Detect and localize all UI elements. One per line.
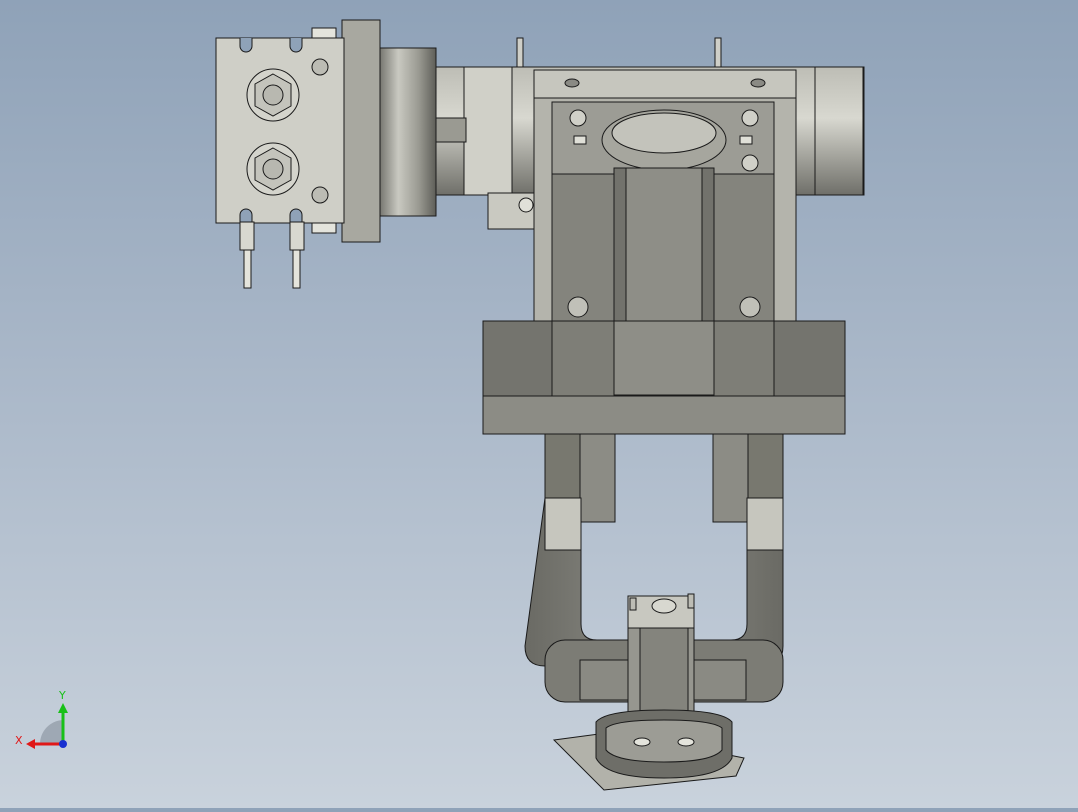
manifold-tab-bottom (311, 222, 337, 234)
cad-viewport[interactable]: Y X (0, 0, 1078, 808)
mount-hole-right (739, 296, 761, 318)
assembly-drawing: Y X (15, 19, 865, 791)
rotary-flange (377, 47, 437, 217)
sensor-star-icon (518, 197, 534, 213)
axis-triad: Y X (15, 689, 68, 749)
cylinder-end-right (814, 66, 864, 196)
main-body-group (482, 69, 846, 791)
locating-pin-left (516, 37, 524, 69)
connector-left (239, 221, 255, 251)
manifold-hole-top (311, 58, 329, 76)
z-axis-dot-icon (59, 740, 67, 748)
y-axis-label: Y (58, 689, 66, 702)
manifold-hole-bottom (311, 186, 329, 204)
base-plate (482, 395, 846, 435)
cylinder-clamp-left (463, 66, 513, 196)
rotary-body (341, 19, 381, 243)
x-axis-label: X (15, 734, 23, 747)
manifold-tab-top (311, 27, 337, 39)
connector-right (289, 221, 305, 251)
mount-hole-left (567, 296, 589, 318)
piston-rod (431, 117, 467, 143)
locating-pin-right (714, 37, 722, 69)
